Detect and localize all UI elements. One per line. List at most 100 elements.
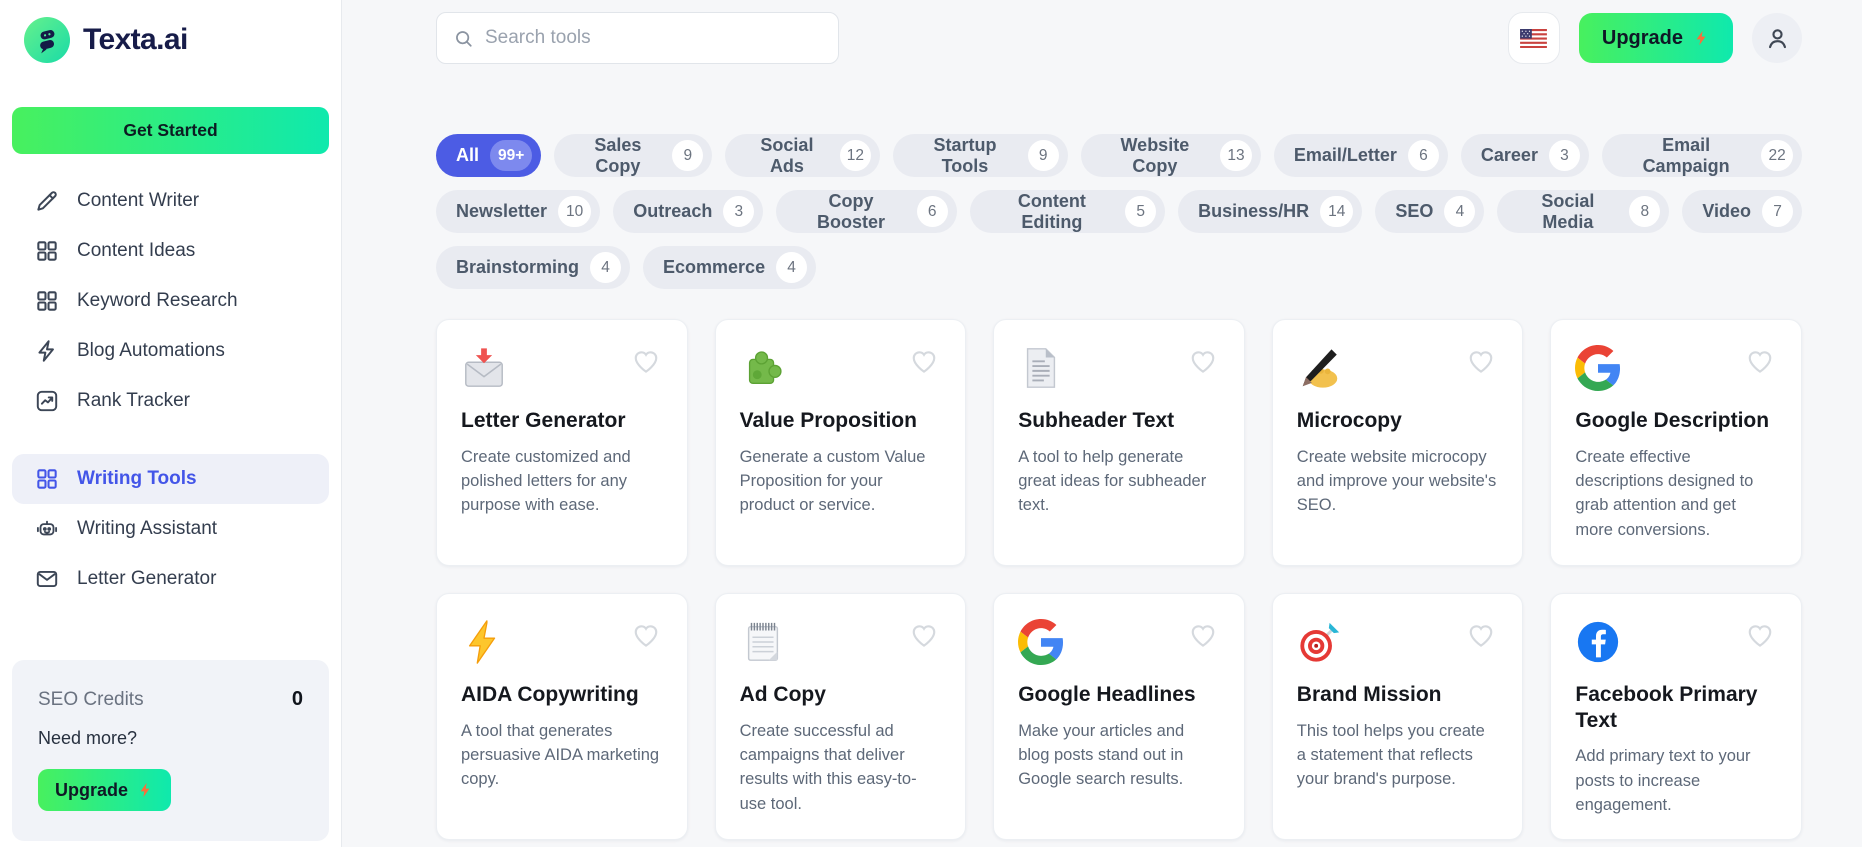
tool-card-facebook-primary-text[interactable]: Facebook Primary Text Add primary text to…: [1550, 593, 1802, 840]
favorite-heart-icon[interactable]: [1745, 620, 1775, 650]
sidebar-item-keyword-research[interactable]: Keyword Research: [12, 276, 329, 326]
filter-label: Ecommerce: [663, 257, 766, 277]
tool-title: Value Proposition: [739, 409, 917, 432]
tool-title: Letter Generator: [461, 409, 626, 432]
sidebar: Texta.ai Get Started Content Writer Conte…: [0, 0, 342, 847]
tool-description: A tool that generates persuasive AIDA ma…: [461, 721, 660, 789]
chart-icon: [34, 388, 60, 414]
filter-pill-ecommerce[interactable]: Ecommerce 4: [643, 246, 817, 289]
filter-count-badge: 14: [1320, 196, 1354, 227]
filter-pill-business-hr[interactable]: Business/HR 14: [1178, 190, 1363, 233]
tool-card-brand-mission[interactable]: Brand Mission This tool helps you create …: [1271, 593, 1524, 840]
favorite-heart-icon[interactable]: [909, 620, 939, 650]
grid-icon: [34, 238, 60, 264]
search-box[interactable]: [436, 12, 839, 64]
tool-description: Create website microcopy and improve you…: [1296, 447, 1497, 515]
tool-description: Create effective descriptions designed t…: [1575, 447, 1754, 539]
sidebar-item-letter-generator[interactable]: Letter Generator: [12, 554, 329, 604]
topbar-right: Upgrade: [1507, 12, 1802, 64]
puzzle-icon: [740, 345, 786, 391]
favorite-heart-icon[interactable]: [909, 346, 939, 376]
tool-card-ad-copy[interactable]: Ad Copy Create successful ad campaigns th…: [714, 593, 967, 840]
filter-pill-email-campaign[interactable]: Email Campaign 22: [1601, 134, 1802, 177]
tool-title: Subheader Text: [1018, 409, 1175, 432]
tool-card-google-description[interactable]: Google Description Create effective descr…: [1550, 319, 1802, 566]
filter-label: Video: [1702, 201, 1751, 221]
sidebar-item-rank-tracker[interactable]: Rank Tracker: [12, 376, 329, 426]
tool-description: Create successful ad campaigns that deli…: [739, 721, 917, 813]
robot-icon: [34, 516, 60, 542]
filter-pill-startup-tools[interactable]: Startup Tools 9: [893, 134, 1068, 177]
sidebar-item-writing-assistant[interactable]: Writing Assistant: [12, 504, 329, 554]
sidebar-item-content-ideas[interactable]: Content Ideas: [12, 226, 329, 276]
favorite-heart-icon[interactable]: [1466, 346, 1496, 376]
sidebar-item-writing-tools[interactable]: Writing Tools: [12, 454, 329, 504]
filter-pill-content-editing[interactable]: Content Editing 5: [969, 190, 1166, 233]
tool-card-letter-generator[interactable]: Letter Generator Create customized and po…: [436, 319, 688, 566]
tool-title: Ad Copy: [739, 683, 826, 706]
grid-icon: [34, 466, 60, 492]
filter-pill-video[interactable]: Video 7: [1682, 190, 1802, 233]
sidebar-upgrade-button[interactable]: Upgrade: [38, 769, 172, 811]
header-upgrade-button[interactable]: Upgrade: [1578, 13, 1733, 63]
tool-card-google-headlines[interactable]: Google Headlines Make your articles and b…: [993, 593, 1245, 840]
sidebar-item-blog-automations[interactable]: Blog Automations: [12, 326, 329, 376]
filter-count-badge: 4: [1444, 196, 1476, 227]
facebook-icon: [1575, 619, 1621, 665]
filter-label: SEO: [1395, 201, 1434, 221]
sidebar-item-label: Writing Tools: [77, 468, 197, 489]
filter-pill-all[interactable]: All 99+: [436, 134, 542, 177]
tool-description: This tool helps you create a statement t…: [1296, 721, 1485, 789]
tool-title: Brand Mission: [1296, 683, 1442, 706]
favorite-heart-icon[interactable]: [631, 620, 661, 650]
sidebar-item-content-writer[interactable]: Content Writer: [12, 176, 329, 226]
tool-description: Make your articles and blog posts stand …: [1018, 721, 1185, 789]
filter-row: Brainstorming 4 Ecommerce 4: [436, 246, 1802, 289]
filter-pill-email-letter[interactable]: Email/Letter 6: [1273, 134, 1448, 177]
favorite-heart-icon[interactable]: [1188, 346, 1218, 376]
filter-count-badge: 6: [916, 196, 948, 227]
filter-pill-outreach[interactable]: Outreach 3: [613, 190, 764, 233]
favorite-heart-icon[interactable]: [631, 346, 661, 376]
get-started-button[interactable]: Get Started: [12, 107, 329, 154]
filter-pill-seo[interactable]: SEO 4: [1375, 190, 1485, 233]
filter-label: Email Campaign: [1642, 134, 1730, 176]
topbar: Upgrade: [436, 12, 1802, 64]
tool-card-subheader-text[interactable]: Subheader Text A tool to help generate gr…: [993, 319, 1245, 566]
filter-count-badge: 22: [1761, 140, 1793, 171]
bolt-fill-icon: [137, 779, 154, 801]
language-button[interactable]: [1507, 12, 1560, 64]
filter-label: Sales Copy: [594, 134, 642, 176]
filter-pill-brainstorming[interactable]: Brainstorming 4: [436, 246, 631, 289]
filter-count-badge: 3: [723, 196, 755, 227]
filter-count-badge: 99+: [490, 140, 533, 171]
pencil-icon: [34, 188, 60, 214]
filter-pill-career[interactable]: Career 3: [1460, 134, 1589, 177]
favorite-heart-icon[interactable]: [1745, 346, 1775, 376]
sidebar-nav: Content Writer Content Ideas Keyword Resea…: [12, 176, 329, 604]
filter-pill-social-media[interactable]: Social Media 8: [1497, 190, 1670, 233]
writing-hand-icon: [1297, 345, 1343, 391]
filter-pill-newsletter[interactable]: Newsletter 10: [436, 190, 601, 233]
brand-logo[interactable]: Texta.ai: [12, 14, 329, 66]
need-more-label: Need more?: [38, 728, 138, 748]
favorite-heart-icon[interactable]: [1466, 620, 1496, 650]
filter-row: Newsletter 10 Outreach 3 Copy Booster 6 Conten…: [436, 190, 1802, 233]
filter-pill-copy-booster[interactable]: Copy Booster 6: [776, 190, 957, 233]
filter-count-badge: 8: [1629, 196, 1661, 227]
user-avatar-button[interactable]: [1752, 13, 1802, 63]
filter-pill-social-ads[interactable]: Social Ads 12: [725, 134, 881, 177]
filter-pill-website-copy[interactable]: Website Copy 13: [1080, 134, 1261, 177]
tool-card-value-proposition[interactable]: Value Proposition Generate a custom Value…: [714, 319, 967, 566]
tool-description: Add primary text to your posts to increa…: [1575, 747, 1751, 815]
mail-incoming-icon: [461, 345, 507, 391]
tool-title: Google Headlines: [1018, 683, 1196, 706]
tool-card-aida-copywriting[interactable]: AIDA Copywriting A tool that generates pe…: [436, 593, 688, 840]
search-input[interactable]: [485, 27, 822, 49]
filter-pill-sales-copy[interactable]: Sales Copy 9: [554, 134, 713, 177]
tool-card-microcopy[interactable]: Microcopy Create website microcopy and im…: [1271, 319, 1524, 566]
filter-label: Startup Tools: [933, 134, 997, 176]
sidebar-item-label: Blog Automations: [77, 340, 225, 361]
favorite-heart-icon[interactable]: [1188, 620, 1218, 650]
tool-description: Create customized and polished letters f…: [461, 447, 631, 515]
